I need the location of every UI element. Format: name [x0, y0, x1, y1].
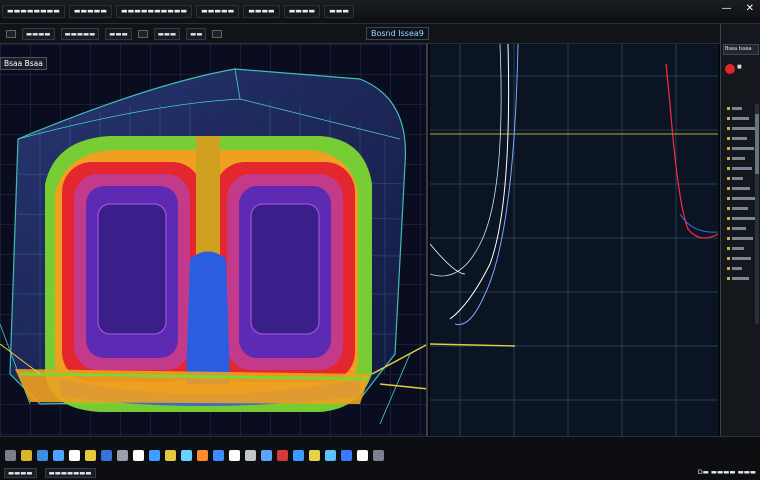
taskbar-app-icon[interactable]: [133, 449, 144, 461]
taskbar-app-icon[interactable]: [229, 449, 240, 461]
property-value: [732, 236, 753, 240]
taskbar-app-icon[interactable]: [197, 449, 208, 461]
property-icon: [727, 216, 730, 220]
viewport-title: Bosnd Issea9: [366, 27, 429, 40]
property-value: [732, 146, 754, 150]
3d-viewport[interactable]: Bsaa Bsaa: [0, 44, 428, 436]
properties-header: Bsea Issea: [723, 44, 759, 55]
taskbar-app-icon[interactable]: [165, 449, 176, 461]
property-icon: [727, 276, 730, 280]
property-value: [732, 216, 755, 220]
taskbar-app-icon[interactable]: [357, 449, 368, 461]
property-icon: [727, 136, 730, 140]
taskbar-app-icon[interactable]: [117, 449, 128, 461]
scrollbar[interactable]: [755, 104, 759, 324]
status-left: ▬▬▬▬: [4, 468, 37, 478]
property-value: [732, 256, 751, 260]
taskbar-app-icon[interactable]: [69, 449, 80, 461]
property-value: [732, 136, 747, 140]
taskbar-app-icon[interactable]: [309, 449, 320, 461]
property-value: [732, 156, 745, 160]
menu-item-6[interactable]: ▬▬▬▬: [283, 5, 321, 18]
property-icon: [727, 166, 730, 170]
status-row: ▬▬▬▬ ▬▬▬▬▬▬▬: [4, 468, 96, 478]
toolbar-item-4[interactable]: ▬▬▬: [153, 27, 181, 40]
taskbar-app-icon[interactable]: [149, 449, 160, 461]
menu-item-4[interactable]: ▬▬▬▬▬: [196, 5, 240, 18]
taskbar-app-icon[interactable]: [341, 449, 352, 461]
properties-panel: Bsea Issea ■: [720, 24, 760, 436]
property-value: [732, 166, 752, 170]
taskbar-app-icon[interactable]: [325, 449, 336, 461]
property-icon: [727, 256, 730, 260]
property-icon: [727, 226, 730, 230]
property-value: [732, 206, 748, 210]
property-icon: [727, 236, 730, 240]
property-icon: [727, 156, 730, 160]
clock: D▬ ▬▬▬▬ ▬▬▬: [697, 468, 756, 476]
taskbar-app-icon[interactable]: [21, 449, 32, 461]
taskbar-app-icon[interactable]: [101, 449, 112, 461]
property-icon: [727, 266, 730, 270]
menu-item-1[interactable]: ▬▬▬▬▬▬▬▬: [2, 5, 65, 18]
taskbar-icons: [0, 447, 384, 463]
toolbar-item-5[interactable]: ▬▬: [186, 27, 207, 40]
property-value: [732, 106, 742, 110]
taskbar-app-icon[interactable]: [53, 449, 64, 461]
property-icon: [727, 116, 730, 120]
toolbar-item-3[interactable]: ▬▬▬: [105, 27, 132, 40]
toolbar: ▬▬▬▬ ▬▬▬▬▬ ▬▬▬ ▬▬▬ ▬▬ Bosnd Issea9: [0, 24, 760, 44]
menu-item-3[interactable]: ▬▬▬▬▬▬▬▬▬▬: [116, 5, 193, 18]
menu-item-5[interactable]: ▬▬▬▬: [243, 5, 280, 18]
property-value: [732, 266, 742, 270]
menu-item-2[interactable]: ▬▬▬▬▬: [68, 5, 112, 18]
viewport-label: Bsaa Bsaa: [0, 57, 47, 70]
mesh-render: [0, 44, 426, 436]
taskbar-app-icon[interactable]: [181, 449, 192, 461]
open-icon[interactable]: [6, 29, 16, 38]
taskbar-app-icon[interactable]: [293, 449, 304, 461]
taskbar-app-icon[interactable]: [261, 449, 272, 461]
property-value: [732, 186, 750, 190]
property-icon: [727, 106, 730, 110]
property-icon: [727, 196, 730, 200]
close-icon[interactable]: ✕: [746, 3, 754, 14]
settings-icon[interactable]: [212, 29, 223, 38]
property-icon: [727, 146, 730, 150]
status-mid: ▬▬▬▬▬▬▬: [44, 468, 96, 478]
toolbar-item-1[interactable]: ▬▬▬▬: [22, 27, 55, 40]
property-icon: [727, 206, 730, 210]
property-value: [732, 246, 744, 250]
property-value: [732, 276, 749, 280]
taskbar-app-icon[interactable]: [85, 449, 96, 461]
taskbar-app-icon[interactable]: [277, 449, 288, 461]
taskbar-app-icon[interactable]: [37, 449, 48, 461]
taskbar: ▬▬▬▬ ▬▬▬▬▬▬▬ D▬ ▬▬▬▬ ▬▬▬: [0, 436, 760, 480]
status-badge[interactable]: [725, 64, 735, 74]
zoom-icon[interactable]: [137, 29, 148, 38]
plot-pane[interactable]: [430, 44, 718, 436]
taskbar-app-icon[interactable]: [5, 449, 16, 461]
menu-item-7[interactable]: ▬▬▬: [324, 5, 354, 18]
property-value: [732, 226, 746, 230]
curve-plot: [430, 44, 718, 436]
menu-bar: ▬▬▬▬▬▬▬▬ ▬▬▬▬▬ ▬▬▬▬▬▬▬▬▬▬ ▬▬▬▬▬ ▬▬▬▬ ▬▬▬…: [0, 0, 760, 24]
taskbar-app-icon[interactable]: [245, 449, 256, 461]
property-icon: [727, 186, 730, 190]
scrollbar-thumb[interactable]: [755, 114, 759, 174]
taskbar-app-icon[interactable]: [213, 449, 224, 461]
badge-label: ■: [737, 64, 742, 70]
minimize-icon[interactable]: —: [722, 3, 732, 14]
property-value: [732, 176, 743, 180]
property-icon: [727, 176, 730, 180]
window-controls: — ✕: [722, 3, 754, 14]
property-value: [732, 116, 749, 120]
property-icon: [727, 126, 730, 130]
property-value: [732, 126, 756, 130]
property-value: [732, 196, 757, 200]
cae-application-window: ▬▬▬▬▬▬▬▬ ▬▬▬▬▬ ▬▬▬▬▬▬▬▬▬▬ ▬▬▬▬▬ ▬▬▬▬ ▬▬▬…: [0, 0, 760, 480]
property-icon: [727, 246, 730, 250]
toolbar-item-2[interactable]: ▬▬▬▬▬: [60, 27, 100, 40]
taskbar-app-icon[interactable]: [373, 449, 384, 461]
